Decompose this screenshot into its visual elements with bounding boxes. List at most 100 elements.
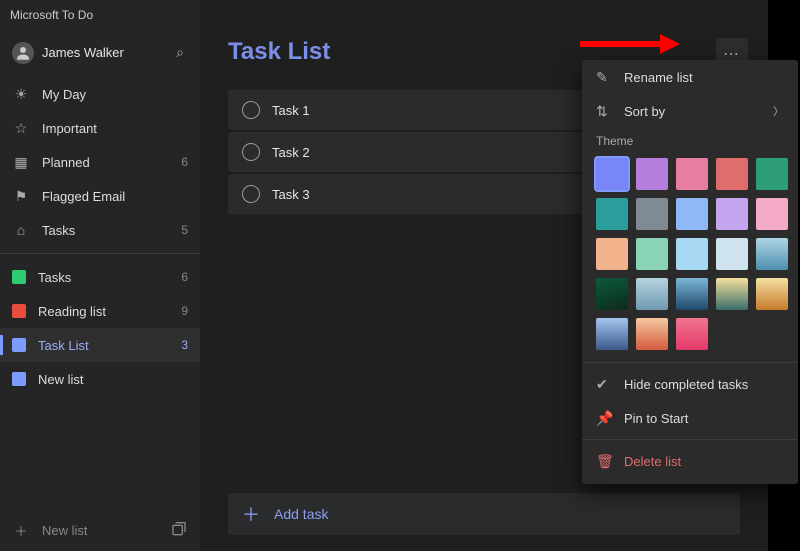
menu-delete-label: Delete list xyxy=(624,454,681,469)
theme-swatch-22[interactable] xyxy=(676,318,708,350)
list-count: 3 xyxy=(181,338,188,352)
task-checkbox[interactable] xyxy=(242,185,260,203)
new-list-label: New list xyxy=(42,523,88,538)
theme-swatch-9[interactable] xyxy=(756,198,788,230)
sidebar-list-tasks[interactable]: Tasks 6 xyxy=(0,260,200,294)
menu-delete-list[interactable]: 🗑 Delete list xyxy=(582,444,798,478)
pin-icon: 📌 xyxy=(596,410,612,427)
app-title: Microsoft To Do xyxy=(0,8,93,22)
theme-swatch-6[interactable] xyxy=(636,198,668,230)
list-options-menu: ✎ Rename list ⇅ Sort by 〉 Theme ✔ Hide c… xyxy=(582,60,798,484)
app-window: Microsoft To Do ─ □ ✕ James Walker ⌕ ☀ M… xyxy=(0,0,768,551)
nav-count: 5 xyxy=(181,223,188,237)
theme-swatch-3[interactable] xyxy=(716,158,748,190)
menu-rename-label: Rename list xyxy=(624,70,693,85)
nav-icon: ▦ xyxy=(12,154,30,171)
theme-swatch-0[interactable] xyxy=(596,158,628,190)
new-list-button[interactable]: ＋ New list xyxy=(0,509,200,551)
task-checkbox[interactable] xyxy=(242,143,260,161)
add-task-button[interactable]: ＋ Add task xyxy=(228,493,740,535)
nav-label: Important xyxy=(42,121,176,136)
theme-swatch-15[interactable] xyxy=(596,278,628,310)
menu-rename-list[interactable]: ✎ Rename list xyxy=(582,60,798,94)
theme-swatch-14[interactable] xyxy=(756,238,788,270)
theme-swatch-11[interactable] xyxy=(636,238,668,270)
profile-row[interactable]: James Walker ⌕ xyxy=(0,32,200,73)
nav-label: My Day xyxy=(42,87,176,102)
nav-label: Flagged Email xyxy=(42,189,176,204)
theme-swatch-16[interactable] xyxy=(636,278,668,310)
theme-swatch-10[interactable] xyxy=(596,238,628,270)
check-circle-icon: ✔ xyxy=(596,376,612,393)
nav-icon: ⚑ xyxy=(12,188,30,205)
theme-swatch-21[interactable] xyxy=(636,318,668,350)
plus-icon: ＋ xyxy=(242,501,260,527)
list-count: 9 xyxy=(181,304,188,318)
list-label: New list xyxy=(38,372,176,387)
menu-separator xyxy=(582,362,798,363)
theme-swatch-7[interactable] xyxy=(676,198,708,230)
smart-lists: ☀ My Day ☆ Important ▦ Planned 6⚑ Flagge… xyxy=(0,77,200,247)
nav-item-flagged-email[interactable]: ⚑ Flagged Email xyxy=(0,179,200,213)
menu-theme-header: Theme xyxy=(582,128,798,154)
menu-pin-to-start[interactable]: 📌 Pin to Start xyxy=(582,401,798,435)
theme-swatch-1[interactable] xyxy=(636,158,668,190)
menu-pin-label: Pin to Start xyxy=(624,411,688,426)
user-lists: Tasks 6 Reading list 9 Task List 3 New l… xyxy=(0,260,200,396)
menu-separator xyxy=(582,439,798,440)
avatar xyxy=(12,42,34,64)
menu-sort-by[interactable]: ⇅ Sort by 〉 xyxy=(582,94,798,128)
new-group-icon[interactable] xyxy=(170,521,188,539)
theme-swatch-5[interactable] xyxy=(596,198,628,230)
task-checkbox[interactable] xyxy=(242,101,260,119)
sidebar-list-reading-list[interactable]: Reading list 9 xyxy=(0,294,200,328)
list-label: Tasks xyxy=(38,270,169,285)
nav-icon: ⌂ xyxy=(12,222,30,238)
theme-swatch-8[interactable] xyxy=(716,198,748,230)
nav-item-planned[interactable]: ▦ Planned 6 xyxy=(0,145,200,179)
sidebar: James Walker ⌕ ☀ My Day ☆ Important ▦ Pl… xyxy=(0,0,200,551)
task-title: Task 3 xyxy=(272,187,310,202)
theme-swatch-12[interactable] xyxy=(676,238,708,270)
sidebar-divider xyxy=(0,253,200,254)
nav-label: Planned xyxy=(42,155,169,170)
theme-swatch-17[interactable] xyxy=(676,278,708,310)
add-task-label: Add task xyxy=(274,506,328,522)
list-color-icon xyxy=(12,304,26,318)
theme-swatch-18[interactable] xyxy=(716,278,748,310)
menu-hide-completed[interactable]: ✔ Hide completed tasks xyxy=(582,367,798,401)
nav-icon: ☆ xyxy=(12,120,30,137)
task-title: Task 1 xyxy=(272,103,310,118)
sort-icon: ⇅ xyxy=(596,103,612,120)
nav-item-my-day[interactable]: ☀ My Day xyxy=(0,77,200,111)
chevron-right-icon: 〉 xyxy=(773,103,784,119)
task-title: Task 2 xyxy=(272,145,310,160)
list-color-icon xyxy=(12,270,26,284)
nav-item-tasks[interactable]: ⌂ Tasks 5 xyxy=(0,213,200,247)
list-color-icon xyxy=(12,338,26,352)
nav-item-important[interactable]: ☆ Important xyxy=(0,111,200,145)
nav-count: 6 xyxy=(181,155,188,169)
theme-swatch-13[interactable] xyxy=(716,238,748,270)
list-label: Reading list xyxy=(38,304,169,319)
list-count: 6 xyxy=(181,270,188,284)
plus-icon: ＋ xyxy=(12,521,30,540)
search-icon[interactable]: ⌕ xyxy=(172,40,188,65)
theme-swatch-19[interactable] xyxy=(756,278,788,310)
menu-sort-label: Sort by xyxy=(624,104,665,119)
theme-grid xyxy=(582,154,798,358)
main-pane: Task List ⋯ Task 1 Task 2 Task 3 ＋ Add t… xyxy=(200,0,768,551)
sidebar-list-task-list[interactable]: Task List 3 xyxy=(0,328,200,362)
nav-label: Tasks xyxy=(42,223,169,238)
theme-swatch-20[interactable] xyxy=(596,318,628,350)
menu-hide-completed-label: Hide completed tasks xyxy=(624,377,748,392)
nav-icon: ☀ xyxy=(12,86,30,103)
sidebar-list-new-list[interactable]: New list xyxy=(0,362,200,396)
active-indicator xyxy=(0,335,3,355)
pencil-icon: ✎ xyxy=(596,69,612,86)
theme-swatch-2[interactable] xyxy=(676,158,708,190)
list-label: Task List xyxy=(38,338,169,353)
trash-icon: 🗑 xyxy=(596,453,612,470)
profile-name: James Walker xyxy=(42,45,164,60)
theme-swatch-4[interactable] xyxy=(756,158,788,190)
